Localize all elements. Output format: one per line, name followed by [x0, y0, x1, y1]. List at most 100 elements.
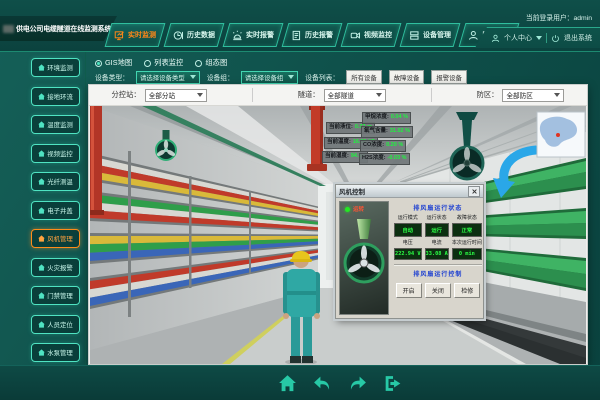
substation-filter: 分控站： 全部分站 [112, 89, 207, 102]
realtime-monitor-icon [114, 30, 125, 41]
tab-realtime-monitor[interactable]: 实时监测 [105, 23, 166, 47]
sidebar-item-fiber-temp[interactable]: 光纤测温 [31, 172, 80, 191]
china-map-thumbnail[interactable] [537, 112, 585, 157]
main-content-panel: 分控站： 全部分站 隧道： 全部隧道 防区： 全部防区 [88, 84, 588, 365]
fan-status-led-row: 运转 [345, 205, 388, 213]
device-type-label: 设备类型： [95, 72, 129, 82]
fan-illustration [342, 215, 386, 297]
fan-control-dialog: 风机控制 运转 [335, 184, 484, 319]
divider [431, 88, 432, 102]
chevron-down-icon [536, 36, 542, 40]
home-icon [38, 292, 45, 299]
video-monitor-icon [350, 30, 361, 41]
home-icon [38, 178, 45, 185]
chevron-down-icon [554, 93, 560, 97]
device-manage-icon [409, 30, 420, 41]
device-list-alarm-button[interactable]: 报警设备 [431, 70, 467, 84]
sidebar-item-env-monitor[interactable]: 环境监测 [31, 58, 80, 77]
radio-scada-view[interactable]: 组态图 [195, 58, 227, 68]
title-banner: 供电公司电缆隧道在线监测系统 [0, 16, 117, 41]
sidebar-item-fan-manage[interactable]: 风机管理 [31, 229, 80, 248]
substation-select[interactable]: 全部分站 [145, 89, 207, 102]
home-icon [38, 235, 45, 242]
home-icon [38, 150, 45, 157]
runtime-value: 0 min [452, 248, 482, 260]
home-icon [38, 349, 45, 356]
back-arrow-button[interactable] [312, 373, 333, 394]
sidebar-item-fire-alarm[interactable]: 火灾报警 [31, 258, 80, 277]
chevron-down-icon [190, 75, 196, 79]
sidebar-item-grounding-current[interactable]: 接地环流 [31, 87, 80, 106]
main-nav-tabs: 实时监测 历史数据 实时报警 历史报警 视频监控 设备管理 [108, 23, 516, 47]
tab-history-data[interactable]: 历史数据 [164, 23, 225, 47]
chevron-down-icon [376, 93, 382, 97]
sidebar-item-access-control[interactable]: 门禁管理 [31, 286, 80, 305]
forward-arrow-button[interactable] [347, 373, 368, 394]
divider [394, 264, 482, 266]
run-state-value: 运行 [425, 223, 449, 237]
fan-illustration-panel: 运转 [339, 201, 389, 315]
fault-state-value: 正常 [452, 223, 482, 237]
home-icon [38, 207, 45, 214]
sidebar-item-pump-manage[interactable]: 水泵管理 [31, 343, 80, 362]
dialog-body: 运转 [336, 198, 483, 318]
app-window: 供电公司电缆隧道在线监测系统 实时监测 历史数据 实时报警 历史报警 视频监控 [0, 0, 600, 400]
fan-status-panel: 排风扇运行状态 运行模式 运行状态 故障状态 自动 运行 正常 电压 电流 本次… [392, 201, 484, 315]
view-mode-radios: GIS地图 列表监控 组态图 [95, 57, 227, 69]
history-data-icon [173, 30, 184, 41]
zone-select[interactable]: 全部防区 [502, 89, 564, 102]
bottom-nav-bar [0, 365, 600, 400]
user-manage-icon [468, 30, 479, 41]
voltage-value: 222.94 V [394, 248, 422, 260]
exit-button[interactable] [382, 373, 403, 394]
radio-icon [144, 60, 151, 67]
home-button[interactable] [277, 373, 298, 394]
tab-history-alarm[interactable]: 历史报警 [282, 23, 343, 47]
tab-device-manage[interactable]: 设备管理 [400, 23, 461, 47]
device-group-select[interactable]: 请选择设备组 [241, 71, 298, 84]
chevron-down-icon [288, 75, 294, 79]
radio-list-monitor[interactable]: 列表监控 [144, 58, 183, 68]
logout-button[interactable]: 退出系统 [564, 33, 592, 43]
sidebar-item-personnel-location[interactable]: 人员定位 [31, 315, 80, 334]
dialog-title: 风机控制 [339, 186, 365, 196]
fan-overhaul-button[interactable]: 检修 [454, 283, 480, 298]
radio-selected-icon [95, 60, 102, 67]
device-list-fault-button[interactable]: 故障设备 [389, 70, 425, 84]
tab-video-monitor[interactable]: 视频监控 [341, 23, 402, 47]
user-menu-bar: 个人中心 退出系统 [475, 27, 600, 48]
redacted-company-name [3, 25, 14, 33]
home-icon [38, 321, 45, 328]
red-pipe-left [90, 106, 104, 215]
profile-menu[interactable]: 个人中心 [504, 33, 532, 43]
header-bar: 供电公司电缆隧道在线监测系统 实时监测 历史数据 实时报警 历史报警 视频监控 [0, 0, 600, 52]
home-icon [38, 64, 45, 71]
device-filter-row: 设备类型： 请选择设备类型 设备组： 请选择设备组 设备列表： 所有设备 故障设… [95, 70, 467, 84]
fan-stop-button[interactable]: 关闭 [425, 283, 451, 298]
tunnel-3d-viewport[interactable]: 当前液位:0.32 m 当前温度:16.80 ℃ 当前湿度:94.92 甲烷浓度… [90, 106, 586, 364]
fan-start-button[interactable]: 开启 [396, 283, 422, 298]
sidebar-item-temp-monitor[interactable]: 温度监测 [31, 115, 80, 134]
sidebar-item-manhole-cover[interactable]: 电子井盖 [31, 201, 80, 220]
station-filter-row: 分控站： 全部分站 隧道： 全部隧道 防区： 全部防区 [89, 85, 587, 106]
control-header: 排风扇运行控制 [394, 269, 482, 278]
device-list-all-button[interactable]: 所有设备 [346, 70, 382, 84]
home-icon [38, 264, 45, 271]
divider [546, 33, 547, 43]
device-list-label: 设备列表： [305, 72, 339, 82]
close-icon[interactable] [468, 186, 480, 197]
status-header: 排风扇运行状态 [394, 203, 482, 212]
sidebar-item-video-monitor[interactable]: 视频监控 [31, 144, 80, 163]
dialog-title-bar[interactable]: 风机控制 [336, 185, 483, 198]
history-alarm-icon [291, 30, 302, 41]
run-mode-value: 自动 [394, 223, 422, 237]
running-led-icon [345, 207, 350, 212]
divider [252, 88, 253, 102]
tunnel-select[interactable]: 全部隧道 [324, 89, 386, 102]
device-type-select[interactable]: 请选择设备类型 [136, 71, 200, 84]
sidebar: 环境监测 接地环流 温度监测 视频监控 光纤测温 电子井盖 风机管理 火灾报警 … [0, 52, 86, 365]
tab-realtime-alarm[interactable]: 实时报警 [223, 23, 284, 47]
radio-gis-map[interactable]: GIS地图 [95, 58, 132, 68]
radio-icon [195, 60, 202, 67]
person-icon [491, 34, 500, 43]
